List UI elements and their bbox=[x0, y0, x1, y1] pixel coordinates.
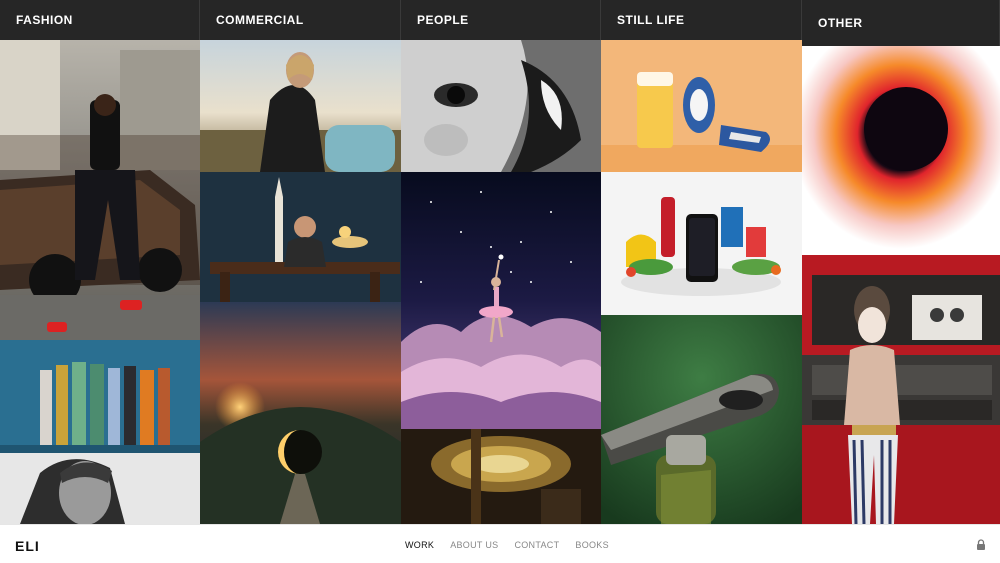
photo-bw-face-image bbox=[401, 40, 601, 172]
photo-black-circle-gradient[interactable] bbox=[802, 46, 1000, 255]
main-nav: WORK ABOUT US CONTACT BOOKS bbox=[405, 540, 609, 550]
column-people: PEOPLE bbox=[401, 0, 601, 524]
column-header-still-life[interactable]: STILL LIFE bbox=[601, 0, 802, 40]
photo-hobbit-door-image bbox=[200, 302, 401, 524]
photo-bottle-opener-image bbox=[601, 315, 802, 524]
column-commercial: COMMERCIAL bbox=[200, 0, 401, 524]
photo-male-portrait-image bbox=[0, 453, 200, 524]
nav-about-us[interactable]: ABOUT US bbox=[450, 540, 498, 550]
photo-studio-portrait[interactable] bbox=[802, 255, 1000, 524]
column-header-fashion[interactable]: FASHION bbox=[0, 0, 200, 40]
photo-hobbit-door[interactable] bbox=[200, 302, 401, 524]
column-label-other: OTHER bbox=[818, 16, 863, 30]
nav-contact[interactable]: CONTACT bbox=[514, 540, 559, 550]
column-header-commercial[interactable]: COMMERCIAL bbox=[200, 0, 401, 40]
column-header-other[interactable]: OTHER bbox=[802, 0, 1000, 46]
column-label-people: PEOPLE bbox=[417, 13, 469, 27]
photo-theater-interior[interactable] bbox=[401, 429, 601, 524]
photo-ballerina-clouds[interactable] bbox=[401, 172, 601, 429]
column-other: OTHER bbox=[802, 0, 1000, 524]
photo-male-portrait[interactable] bbox=[0, 453, 200, 524]
column-label-fashion: FASHION bbox=[16, 13, 73, 27]
column-still-life: STILL LIFE bbox=[601, 0, 802, 524]
photo-phone-groceries-image bbox=[601, 172, 802, 315]
lock-icon[interactable] bbox=[975, 539, 987, 551]
photo-surfer-woman-image bbox=[200, 40, 401, 172]
photo-phone-groceries[interactable] bbox=[601, 172, 802, 315]
photo-bottle-opener[interactable] bbox=[601, 315, 802, 524]
photo-man-on-car-image bbox=[0, 40, 200, 340]
column-fashion: FASHION bbox=[0, 0, 200, 524]
photo-black-circle-gradient-image bbox=[802, 46, 1000, 255]
nav-books[interactable]: BOOKS bbox=[575, 540, 609, 550]
photo-beer-cans-image bbox=[601, 40, 802, 172]
photo-theater-interior-image bbox=[401, 429, 601, 524]
photo-group-colorful[interactable] bbox=[0, 340, 200, 453]
column-label-still-life: STILL LIFE bbox=[617, 13, 685, 27]
photo-group-colorful-image bbox=[0, 340, 200, 453]
photo-man-on-car[interactable] bbox=[0, 40, 200, 340]
brand-logo[interactable]: ELI bbox=[15, 538, 40, 554]
photo-bw-face[interactable] bbox=[401, 40, 601, 172]
photo-surfer-woman[interactable] bbox=[200, 40, 401, 172]
photo-ballerina-clouds-image bbox=[401, 172, 601, 429]
footer-bar: ELI WORK ABOUT US CONTACT BOOKS bbox=[0, 524, 1000, 563]
column-label-commercial: COMMERCIAL bbox=[216, 13, 304, 27]
photo-man-with-rocket-image bbox=[200, 172, 401, 302]
nav-work[interactable]: WORK bbox=[405, 540, 434, 550]
column-header-people[interactable]: PEOPLE bbox=[401, 0, 601, 40]
photo-studio-portrait-image bbox=[802, 255, 1000, 524]
photo-man-with-rocket[interactable] bbox=[200, 172, 401, 302]
photo-beer-cans[interactable] bbox=[601, 40, 802, 172]
